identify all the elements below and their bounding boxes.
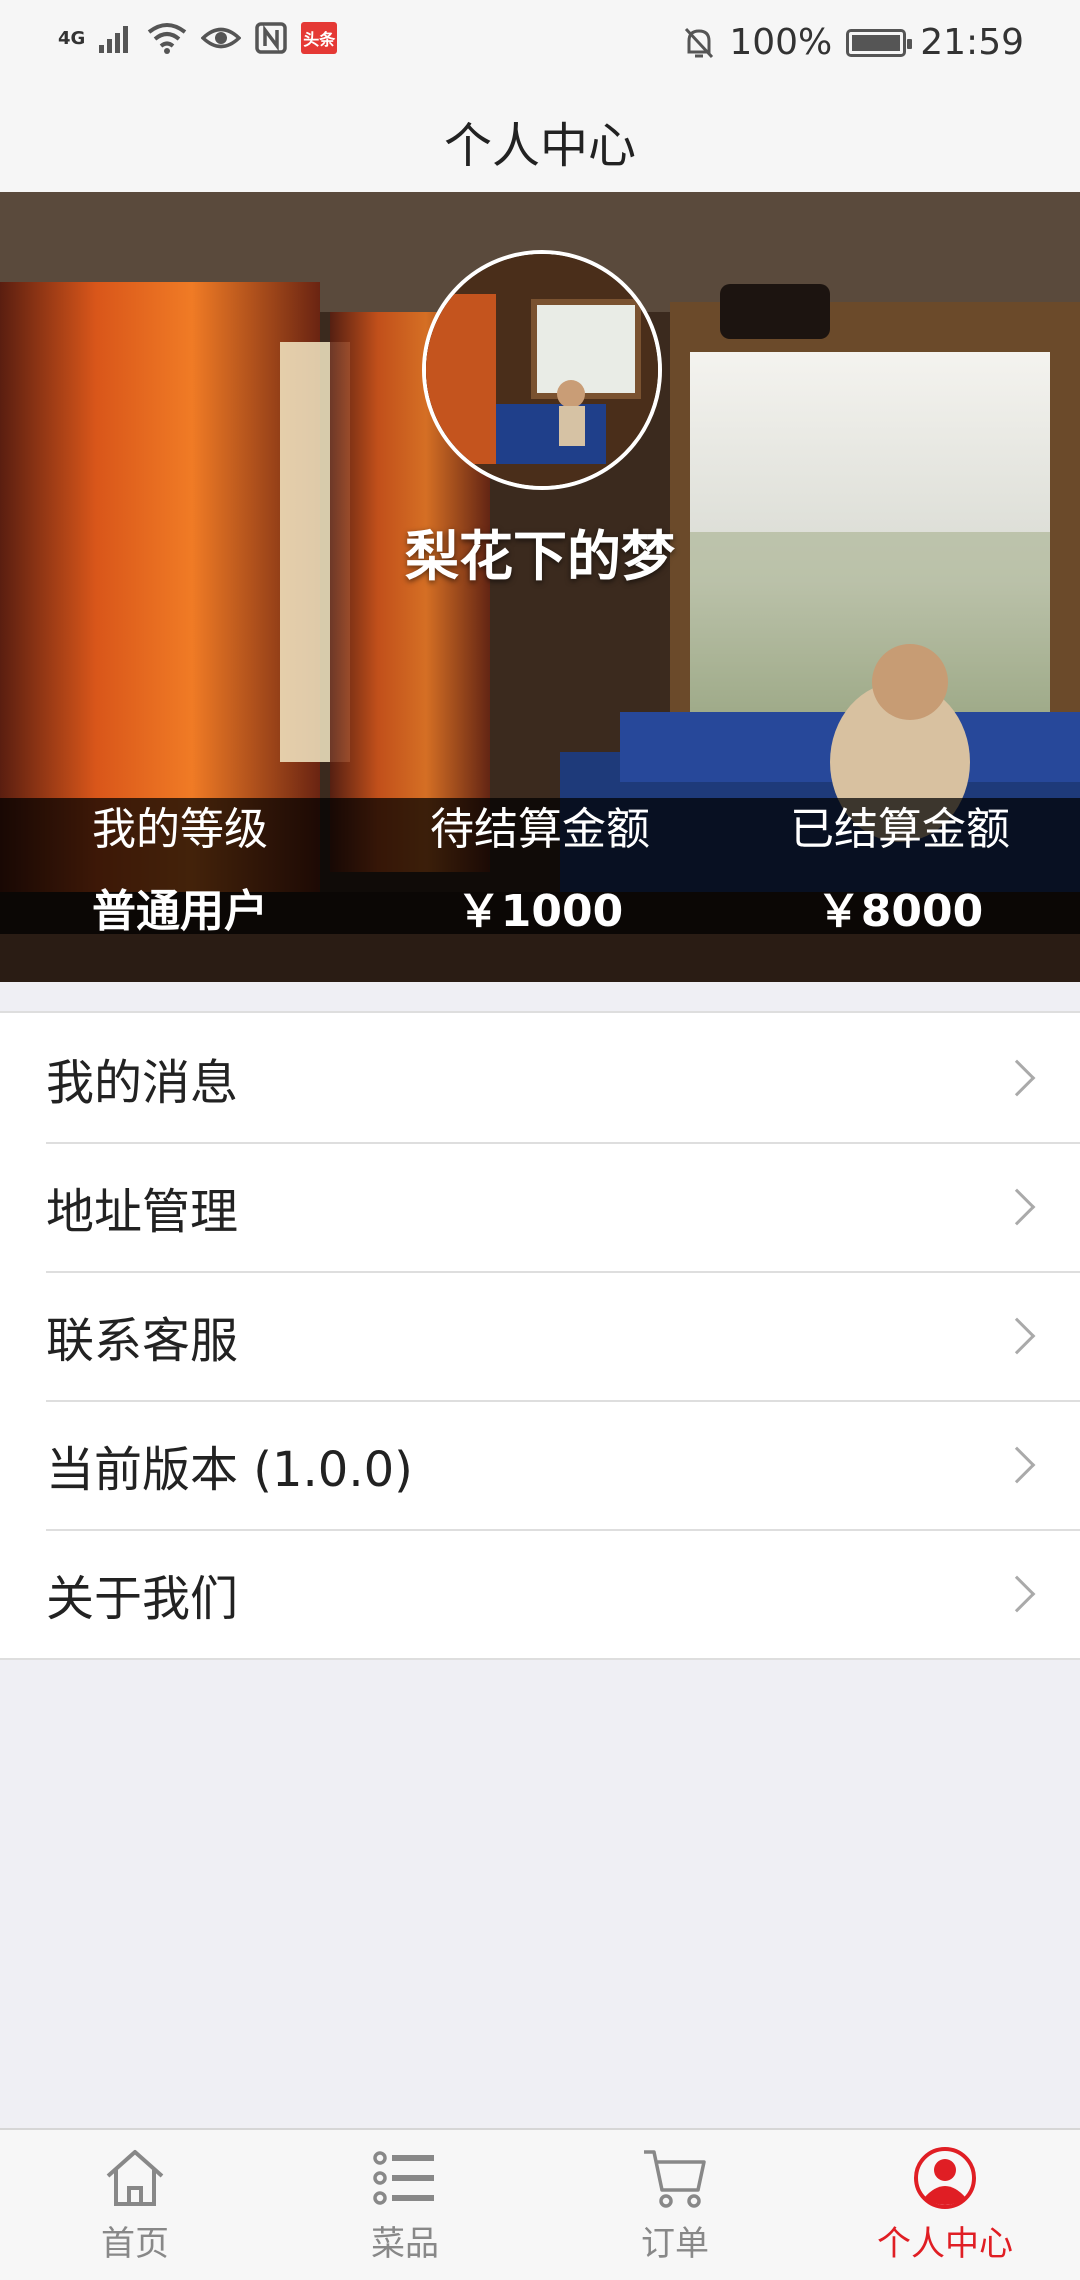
stats-bar: 我的等级 普通用户 待结算金额 ￥1000 已结算金额 ￥8000: [0, 798, 1080, 937]
menu-item-label: 我的消息: [46, 1054, 239, 1111]
nfc-icon: [255, 22, 288, 54]
chevron-right-icon: [998, 1317, 1036, 1354]
stat-settled-amount[interactable]: 已结算金额 ￥8000: [720, 798, 1080, 937]
home-icon: [106, 2149, 164, 2206]
stat-level[interactable]: 我的等级 普通用户: [0, 798, 360, 937]
chevron-right-icon: [998, 1188, 1036, 1225]
bottom-tab-bar: 首页 菜品 订单 个人中心: [0, 2128, 1080, 2280]
menu-list: 我的消息 地址管理 联系客服 当前版本 (1.0.0) 关于我们: [0, 1011, 1080, 1660]
menu-item-label: 关于我们: [46, 1570, 239, 1627]
menu-item-label: 地址管理: [46, 1183, 239, 1240]
battery-icon: [846, 28, 913, 57]
menu-item-messages[interactable]: 我的消息: [0, 1013, 1080, 1142]
wifi-icon: [148, 23, 187, 54]
app-root: 4G 头条 100% 21:59 个人中心 梨花下的梦 我的等级 普通用户 待结…: [0, 0, 1080, 2280]
stat-value: ￥8000: [816, 886, 984, 937]
clock: 21:59: [920, 22, 1024, 63]
status-right: 100% 21:59: [683, 22, 1024, 63]
mute-bell-icon: [685, 27, 714, 58]
tab-profile[interactable]: 个人中心: [810, 2130, 1080, 2280]
battery-percent: 100%: [729, 22, 833, 63]
menu-item-about[interactable]: 关于我们: [0, 1529, 1080, 1658]
tab-label: 订单: [641, 2223, 709, 2264]
chevron-right-icon: [998, 1446, 1036, 1483]
stat-value: 普通用户: [92, 886, 268, 937]
menu-item-version[interactable]: 当前版本 (1.0.0): [0, 1400, 1080, 1529]
cart-icon: [644, 2149, 706, 2208]
menu-item-customer-service[interactable]: 联系客服: [0, 1271, 1080, 1400]
status-bar: 4G 头条 100% 21:59: [0, 0, 1080, 90]
tab-label: 菜品: [371, 2223, 439, 2264]
stat-label: 已结算金额: [790, 804, 1010, 855]
title-bar: 个人中心: [0, 90, 1080, 192]
user-icon: [914, 2146, 976, 2209]
stat-label: 待结算金额: [430, 804, 650, 855]
signal-icon: [99, 26, 129, 53]
chevron-right-icon: [998, 1575, 1036, 1612]
tab-home[interactable]: 首页: [0, 2130, 270, 2280]
toutiao-app-icon: 头条: [301, 22, 338, 54]
menu-item-label: 联系客服: [46, 1312, 239, 1369]
eye-icon: [201, 27, 242, 49]
network-type: 4G: [58, 27, 86, 49]
user-name: 梨花下的梦: [405, 525, 675, 588]
stat-value: ￥1000: [456, 886, 624, 937]
list-icon: [373, 2150, 434, 2205]
profile-header: 梨花下的梦 我的等级 普通用户 待结算金额 ￥1000 已结算金额 ￥8000: [0, 192, 1080, 982]
stat-label: 我的等级: [92, 804, 268, 855]
tab-label: 首页: [101, 2223, 169, 2264]
status-left: 4G 头条: [58, 22, 338, 54]
tab-label: 个人中心: [877, 2223, 1013, 2264]
tab-orders[interactable]: 订单: [540, 2130, 810, 2280]
avatar[interactable]: [422, 250, 662, 490]
stat-pending-amount[interactable]: 待结算金额 ￥1000: [360, 798, 720, 937]
menu-item-label: 当前版本 (1.0.0): [46, 1441, 413, 1498]
tab-dishes[interactable]: 菜品: [270, 2130, 540, 2280]
menu-item-address[interactable]: 地址管理: [0, 1142, 1080, 1271]
page-title: 个人中心: [443, 118, 636, 174]
avatar-image: [426, 254, 658, 486]
chevron-right-icon: [998, 1059, 1036, 1096]
